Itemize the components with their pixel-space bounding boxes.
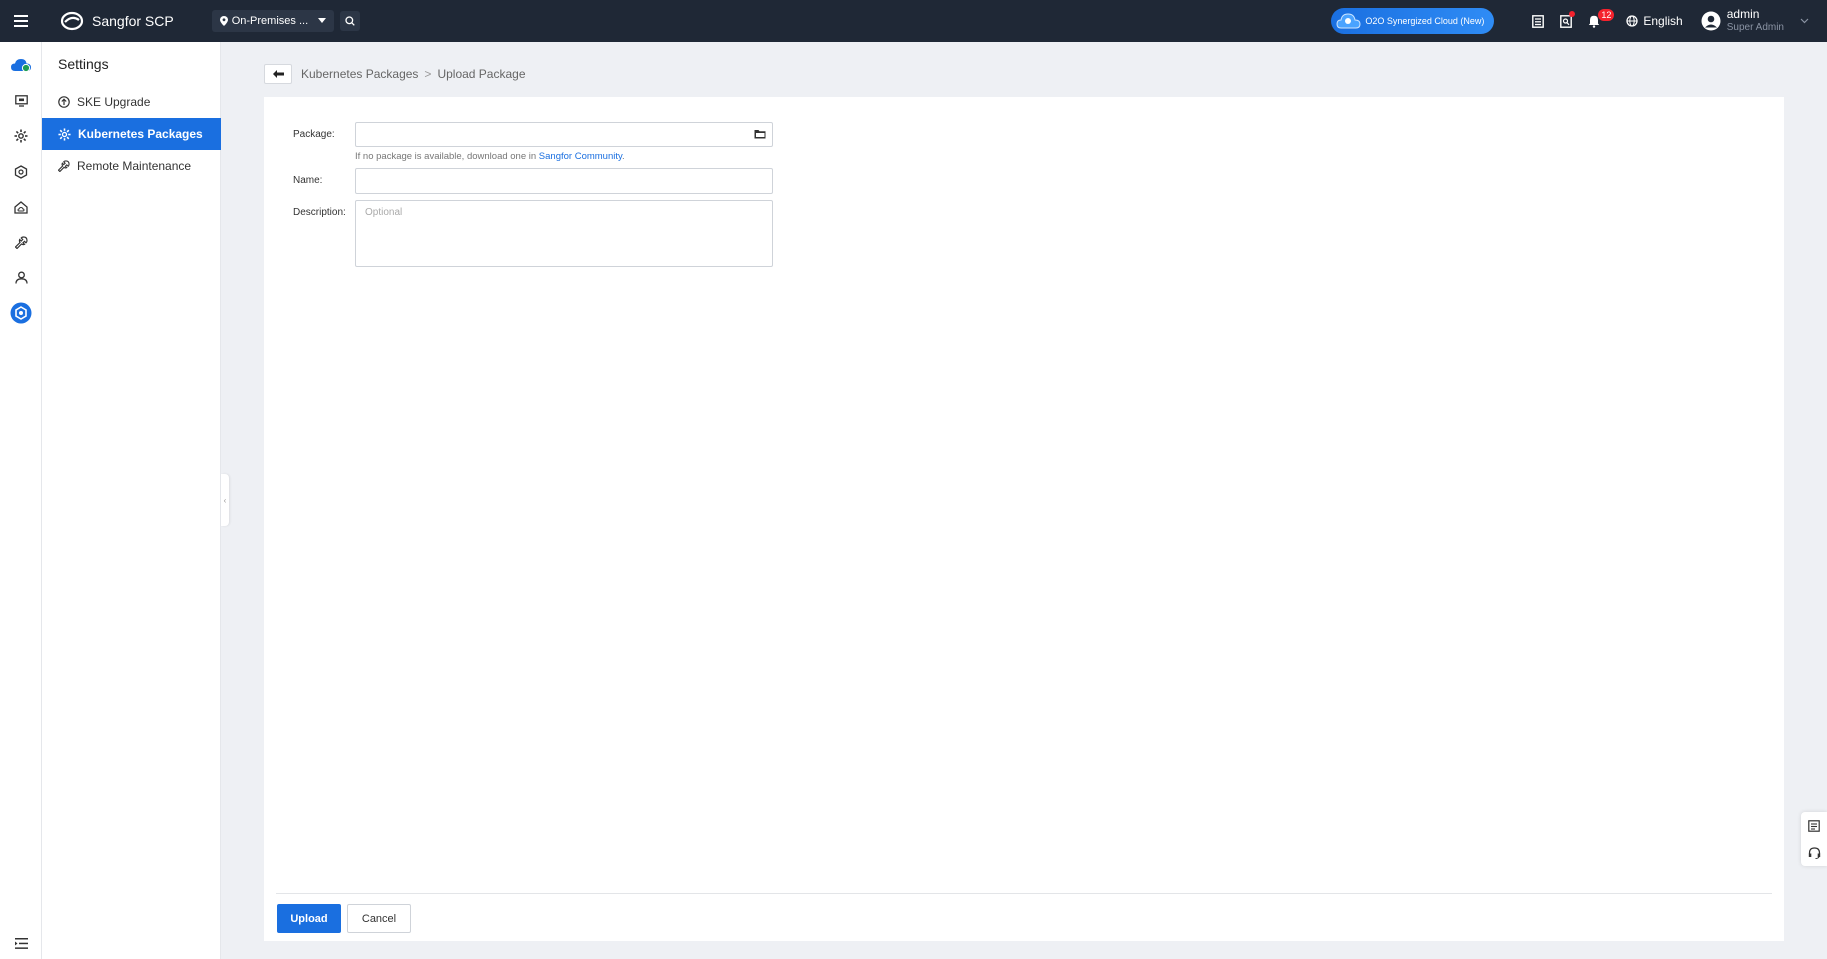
o2o-synergized-cloud-button[interactable]: O2O Synergized Cloud (New) — [1331, 8, 1495, 34]
upload-button[interactable]: Upload — [277, 904, 341, 933]
rail-collapse-toggle[interactable] — [0, 930, 42, 956]
rail-tools[interactable] — [0, 229, 42, 255]
hint-text: If no package is available, download one… — [355, 151, 539, 162]
menu-icon — [14, 15, 28, 27]
notifications-button[interactable]: 12 — [1580, 7, 1615, 35]
chevron-left-icon: ‹ — [223, 495, 227, 505]
description-label: Description: — [293, 207, 346, 218]
headset-support-icon — [1808, 846, 1820, 859]
description-textarea[interactable] — [355, 200, 773, 267]
top-bar: Sangfor SCP On-Premises ... O2O Synergiz… — [0, 0, 1827, 42]
rail-monitor[interactable] — [0, 88, 42, 114]
user-role: Super Admin — [1726, 22, 1784, 33]
rail-cloud-home[interactable] — [0, 194, 42, 220]
user-icon — [14, 271, 28, 284]
globe-icon — [1626, 15, 1639, 27]
sidebar-item-label: Remote Maintenance — [77, 159, 192, 173]
alert-dot — [1569, 11, 1576, 17]
kubernetes-gear-icon — [58, 127, 71, 141]
rail-settings[interactable] — [0, 300, 42, 326]
cancel-button[interactable]: Cancel — [347, 904, 411, 933]
brand[interactable]: Sangfor SCP — [60, 11, 174, 31]
sidebar-item-label: SKE Upgrade — [77, 95, 151, 109]
name-input[interactable] — [355, 168, 773, 194]
arrow-left-icon — [272, 70, 284, 78]
sidebar-item-kubernetes-packages[interactable]: Kubernetes Packages — [42, 118, 221, 150]
upload-package-panel: Package: If no package is available, dow… — [264, 97, 1784, 941]
cloud-person-icon — [1336, 13, 1361, 29]
global-search-button[interactable] — [340, 11, 361, 31]
user-menu[interactable]: admin Super Admin — [1701, 7, 1809, 35]
task-list-icon — [1532, 14, 1545, 28]
upgrade-icon — [58, 96, 70, 108]
rail-cloud[interactable] — [0, 52, 42, 78]
back-button[interactable] — [264, 64, 292, 84]
cloud-home-icon — [14, 200, 28, 214]
region-label: On-Premises ... — [231, 15, 309, 27]
hexagon-network-icon — [14, 165, 28, 179]
floating-toolbar — [1801, 812, 1827, 866]
cloud-icon — [11, 59, 31, 73]
collapse-menu-icon — [14, 937, 28, 949]
alerts-button[interactable] — [1552, 7, 1580, 35]
wrench-icon — [58, 160, 70, 172]
browse-file-button[interactable] — [754, 128, 766, 142]
sidebar-title: Settings — [58, 56, 109, 72]
rail-network[interactable] — [0, 159, 42, 185]
float-support-button[interactable] — [1801, 839, 1827, 866]
left-icon-rail — [0, 42, 42, 959]
name-label: Name: — [293, 175, 323, 186]
location-pin-icon — [219, 16, 228, 26]
sangfor-community-link[interactable]: Sangfor Community — [539, 151, 622, 162]
sidebar-collapse-handle[interactable]: ‹ — [221, 474, 229, 526]
settings-sidebar: Settings SKE Upgrade Kubernetes Packages… — [42, 42, 221, 959]
notification-count-badge: 12 — [1598, 9, 1615, 21]
user-info: admin Super Admin — [1727, 7, 1784, 35]
hamburger-menu-button[interactable] — [0, 0, 42, 42]
task-list-button[interactable] — [1524, 7, 1552, 35]
breadcrumb: Kubernetes Packages > Upload Package — [301, 67, 526, 81]
topbar-right: O2O Synergized Cloud (New) 12 English ad… — [1331, 0, 1827, 42]
folder-open-icon — [754, 130, 766, 139]
avatar — [1701, 11, 1721, 31]
rail-users[interactable] — [0, 264, 42, 290]
language-label: English — [1643, 14, 1683, 28]
sangfor-logo-icon — [60, 11, 84, 31]
hint-end: . — [622, 151, 625, 162]
sidebar-item-label: Kubernetes Packages — [78, 127, 203, 141]
breadcrumb-separator: > — [424, 67, 432, 81]
footer-divider — [276, 893, 1772, 894]
language-selector[interactable]: English — [1626, 14, 1683, 28]
search-icon — [345, 16, 355, 26]
monitor-icon — [14, 95, 28, 107]
rail-cluster[interactable] — [0, 123, 42, 149]
package-file-input[interactable] — [355, 122, 773, 147]
gear-cluster-icon — [14, 129, 28, 143]
caret-down-icon — [318, 18, 327, 23]
wrench-icon — [14, 235, 28, 249]
region-selector[interactable]: On-Premises ... — [211, 10, 335, 32]
settings-active-icon — [10, 302, 32, 324]
document-list-icon — [1808, 819, 1820, 832]
sidebar-item-ske-upgrade[interactable]: SKE Upgrade — [42, 86, 221, 118]
float-docs-button[interactable] — [1801, 812, 1827, 839]
breadcrumb-parent-link[interactable]: Kubernetes Packages — [301, 67, 418, 81]
package-label: Package: — [293, 129, 335, 140]
package-hint: If no package is available, download one… — [355, 151, 625, 162]
brand-name: Sangfor SCP — [92, 13, 174, 29]
breadcrumb-current: Upload Package — [437, 67, 526, 81]
user-name: admin — [1726, 7, 1760, 21]
o2o-label: O2O Synergized Cloud (New) — [1365, 16, 1485, 26]
sidebar-item-remote-maintenance[interactable]: Remote Maintenance — [42, 150, 221, 182]
chevron-down-icon — [1800, 18, 1809, 24]
